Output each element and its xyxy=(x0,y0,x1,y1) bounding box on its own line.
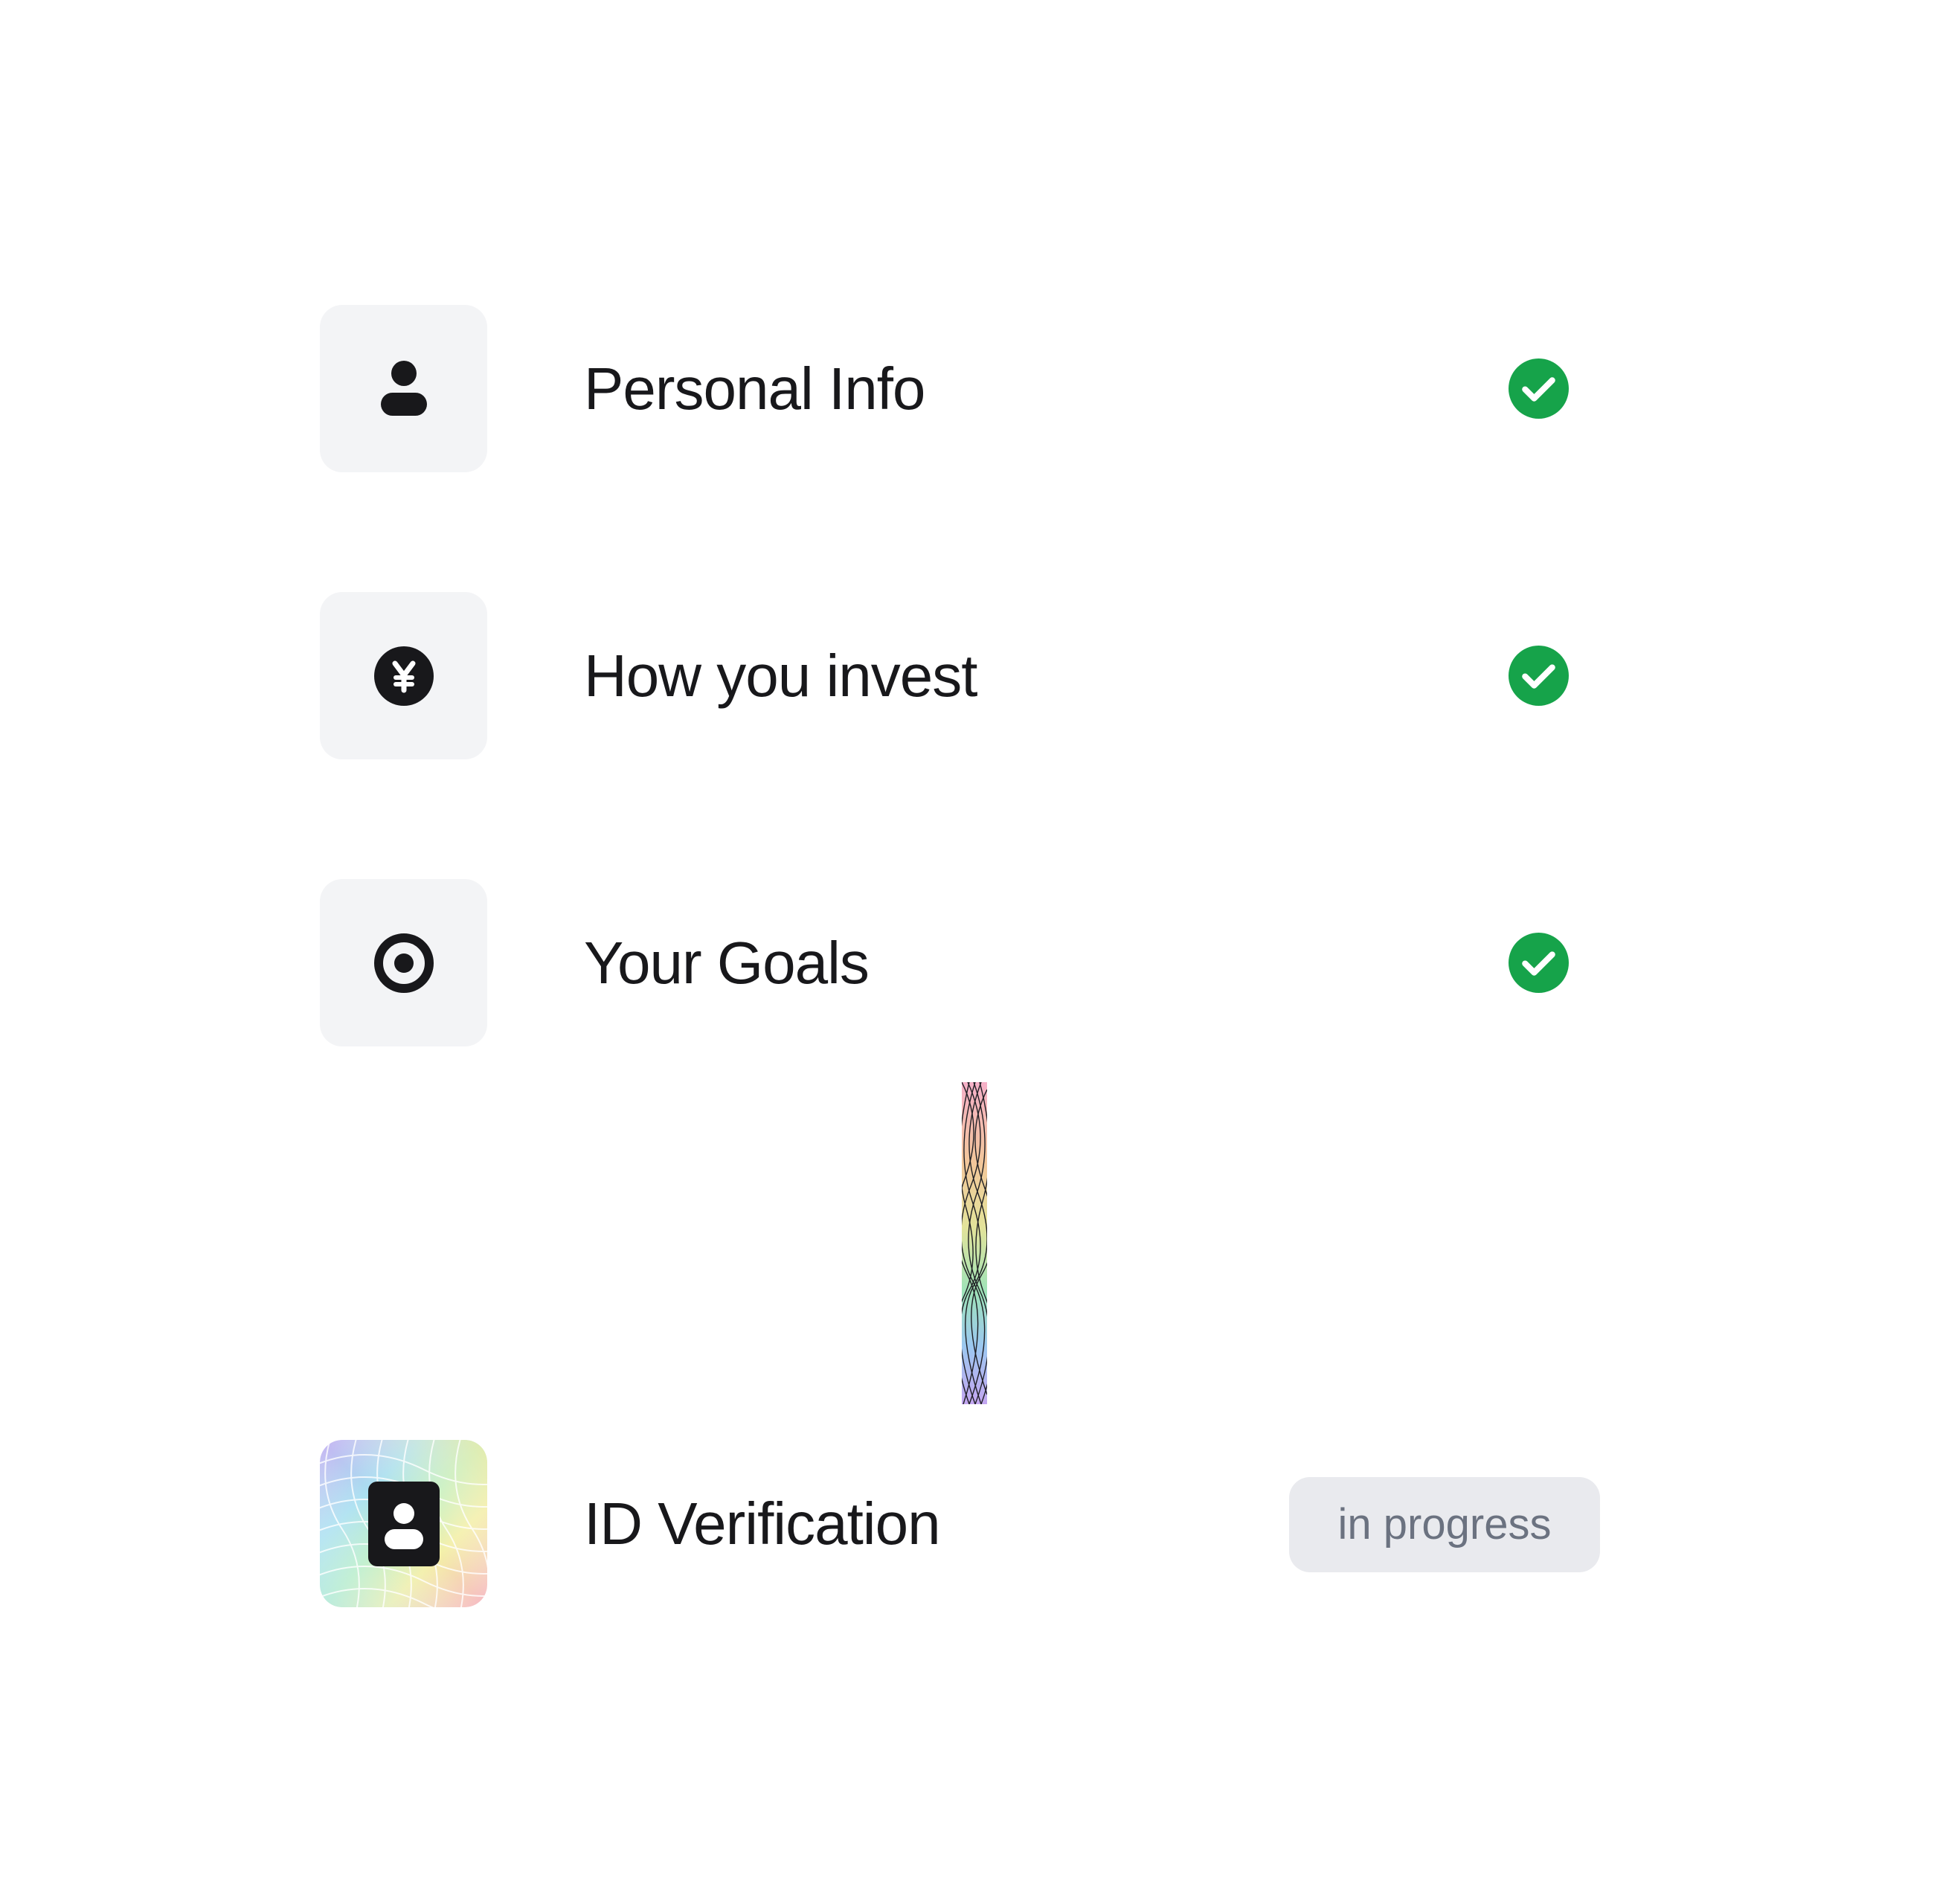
step-label: ID Verification xyxy=(584,1490,941,1557)
step-label: Your Goals xyxy=(584,930,870,996)
step-id-verification[interactable]: ID Verification in progress xyxy=(320,1440,1614,1607)
yen-coin-icon xyxy=(373,646,434,706)
id-card-icon xyxy=(367,1481,440,1566)
status-badge: in progress xyxy=(1289,1477,1600,1572)
target-icon xyxy=(373,933,434,993)
step-personal-info[interactable]: Personal Info xyxy=(320,305,1614,472)
check-circle-icon xyxy=(1509,358,1569,419)
step-icon-tile xyxy=(320,592,487,759)
step-how-you-invest[interactable]: How you invest xyxy=(320,592,1614,759)
step-label: Personal Info xyxy=(584,356,925,422)
step-icon-tile xyxy=(320,305,487,472)
step-icon-tile xyxy=(320,879,487,1046)
step-icon-tile-holographic xyxy=(320,1440,487,1607)
step-label: How you invest xyxy=(584,643,977,709)
holographic-connector xyxy=(962,1082,987,1404)
step-your-goals[interactable]: Your Goals xyxy=(320,879,1614,1046)
person-icon xyxy=(380,360,427,416)
check-circle-icon xyxy=(1509,646,1569,706)
check-circle-icon xyxy=(1509,933,1569,993)
